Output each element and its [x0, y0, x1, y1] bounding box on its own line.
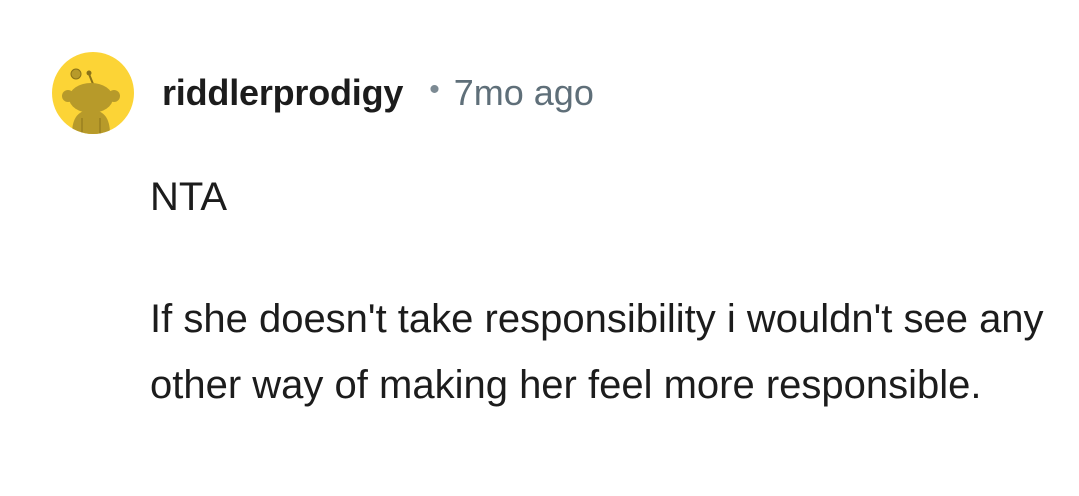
snoo-avatar-icon	[62, 68, 120, 134]
comment-timestamp: 7mo ago	[453, 72, 594, 113]
meta-separator: •	[429, 73, 440, 106]
comment-body: NTA If she doesn't take responsibility i…	[150, 164, 1050, 418]
comment: riddlerprodigy • 7mo ago NTA If she does…	[0, 0, 1079, 496]
comment-verdict: NTA	[150, 175, 228, 219]
comment-text: If she doesn't take responsibility i wou…	[150, 297, 1044, 407]
username-link[interactable]: riddlerprodigy	[162, 72, 403, 114]
user-avatar[interactable]	[52, 52, 134, 134]
comment-header: riddlerprodigy • 7mo ago	[52, 52, 594, 134]
